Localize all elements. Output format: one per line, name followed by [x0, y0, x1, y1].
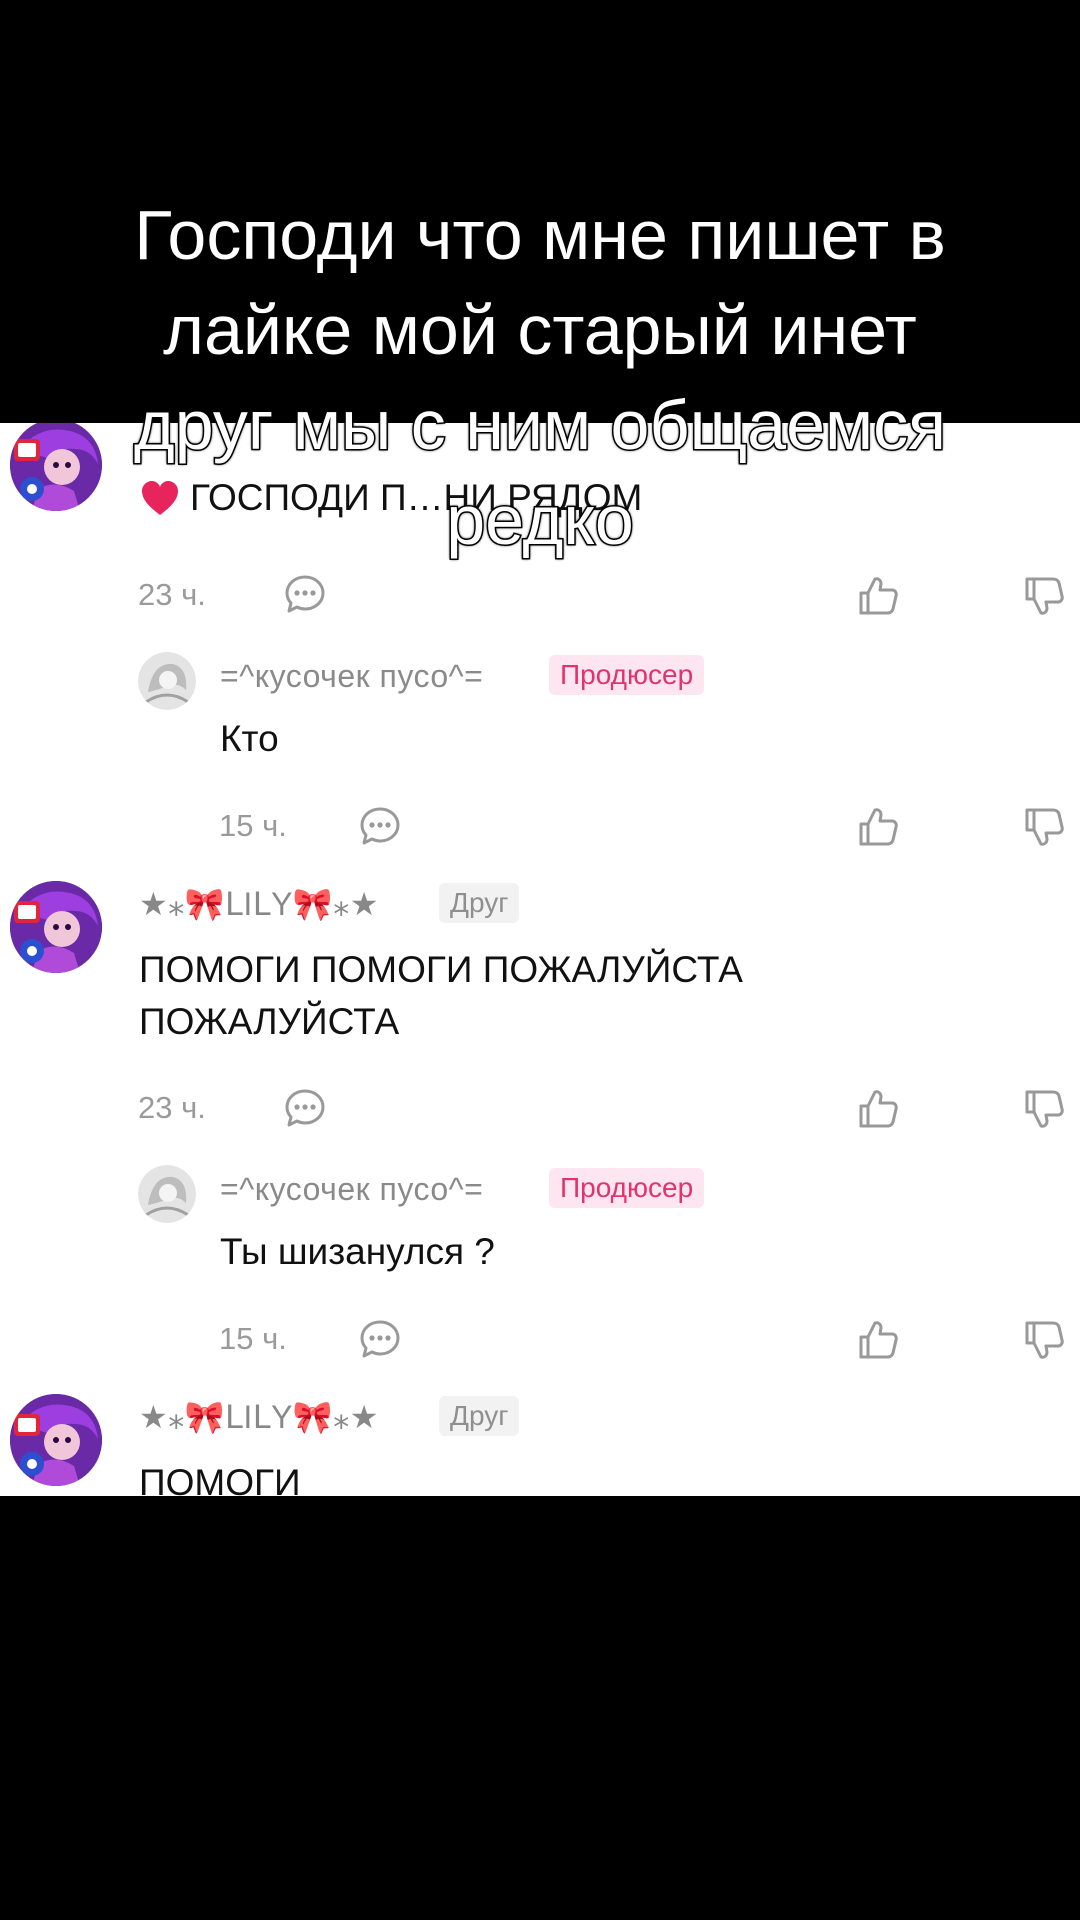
thumbs-up-icon[interactable] — [856, 1086, 900, 1130]
status-badge: Продюсер — [549, 655, 705, 695]
status-badge: Продюсер — [549, 1168, 705, 1208]
status-badge: Друг — [439, 883, 520, 923]
comment-text: Кто — [220, 718, 279, 759]
status-badge: Друг — [439, 1396, 520, 1436]
comment-time: 15 ч. — [219, 808, 287, 843]
comment-time: 23 ч. — [138, 1090, 206, 1125]
comment-bubble-icon[interactable] — [358, 805, 402, 849]
comment-text: Ты шизанулся ? — [220, 1231, 495, 1272]
comments-panel: ГОСПОДИ П…НИ РЯДОМ 23 ч. =^кусочек пусо^… — [0, 423, 1080, 1496]
video-caption: Господи что мне пишет в лайке мой старый… — [0, 188, 1080, 568]
avatar[interactable] — [10, 1394, 102, 1486]
thumbs-down-icon[interactable] — [1022, 1319, 1066, 1363]
thumbs-up-icon[interactable] — [856, 804, 900, 848]
username[interactable]: ★⁎🎀ᒪIᒪY🎀⁎★ — [139, 1398, 379, 1436]
username[interactable]: =^кусочек пусо^= — [220, 658, 483, 695]
comment-text-line: ПОЖАЛУЙСТА — [139, 1001, 400, 1042]
username[interactable]: ★⁎🎀ᒪIᒪY🎀⁎★ — [139, 885, 379, 923]
thumbs-up-icon[interactable] — [856, 1317, 900, 1361]
caption-line: Господи что мне пишет в — [134, 196, 946, 274]
comment-bubble-icon[interactable] — [283, 1087, 327, 1131]
thumbs-down-icon[interactable] — [1022, 1088, 1066, 1132]
username[interactable]: =^кусочек пусо^= — [220, 1171, 483, 1208]
comment-bubble-icon[interactable] — [358, 1318, 402, 1362]
avatar[interactable] — [138, 652, 196, 710]
caption-line: редко — [445, 480, 636, 561]
caption-line: лайке мой старый инет — [163, 291, 917, 369]
comment-text-line: ПОМОГИ ПОМОГИ ПОЖАЛУЙСТА — [139, 949, 743, 990]
comment-time: 23 ч. — [138, 577, 206, 612]
avatar[interactable] — [138, 1165, 196, 1223]
comment-text: ПОМОГИ — [139, 1462, 301, 1496]
comment-bubble-icon[interactable] — [283, 573, 327, 617]
thumbs-down-icon[interactable] — [1022, 575, 1066, 619]
comment-time: 15 ч. — [219, 1321, 287, 1356]
thumbs-up-icon[interactable] — [856, 573, 900, 617]
thumbs-down-icon[interactable] — [1022, 806, 1066, 850]
avatar[interactable] — [10, 881, 102, 973]
caption-line: друг мы с ним общаемся — [132, 385, 947, 466]
